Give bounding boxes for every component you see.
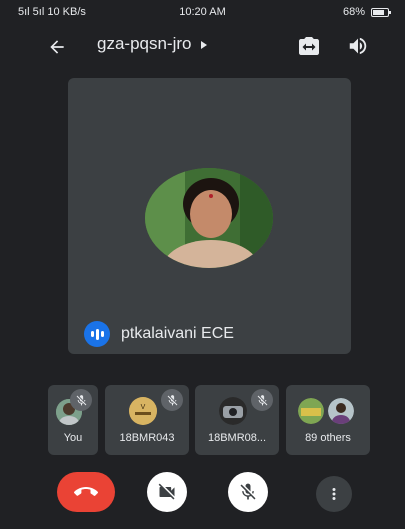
speaker-button[interactable]	[345, 33, 371, 59]
participant-strip: You V 18BMR043 18BMR08... 89 others	[48, 385, 370, 455]
arrow-left-icon	[50, 40, 64, 54]
participant-thumbnail: V	[129, 397, 157, 425]
participant-tile-you[interactable]: You	[48, 385, 98, 455]
caret-right-icon	[200, 40, 207, 49]
more-vert-icon	[332, 488, 336, 500]
mic-off-badge	[70, 389, 92, 411]
participant-tile[interactable]: 18BMR08...	[195, 385, 279, 455]
participant-name: ptkalaivani ECE	[121, 325, 234, 342]
participant-label: 18BMR08...	[207, 432, 267, 444]
speaker-icon	[349, 37, 367, 55]
mic-off-badge	[251, 389, 273, 411]
meeting-code-button[interactable]: gza-pqsn-jro	[97, 34, 207, 54]
participant-label: 89 others	[305, 432, 351, 444]
battery-icon	[371, 7, 391, 17]
battery-indicator: 68%	[342, 6, 391, 18]
status-bar: 5ıl 5ıl 10 KB/s 10:20 AM 68%	[0, 0, 405, 26]
more-options-button[interactable]	[316, 476, 352, 512]
call-header: gza-pqsn-jro	[0, 28, 405, 64]
battery-percent: 68%	[342, 6, 365, 18]
participant-tile-others[interactable]: 89 others	[286, 385, 370, 455]
mic-toggle-button[interactable]	[228, 472, 268, 512]
call-controls	[0, 468, 405, 518]
participant-thumbnail	[328, 398, 354, 424]
participant-label: You	[63, 432, 83, 444]
back-button[interactable]	[44, 34, 70, 60]
participant-tile[interactable]: V 18BMR043	[105, 385, 189, 455]
participant-thumbnail	[219, 397, 247, 425]
participant-thumbnail	[298, 398, 324, 424]
camera-off-icon	[158, 483, 175, 500]
meeting-code: gza-pqsn-jro	[97, 34, 192, 53]
phone-hangup-icon	[74, 487, 98, 496]
end-call-button[interactable]	[57, 472, 115, 512]
switch-camera-icon	[299, 37, 319, 55]
main-participant-tile[interactable]: ptkalaivani ECE	[68, 78, 351, 354]
mic-off-icon	[240, 483, 256, 500]
camera-toggle-button[interactable]	[147, 472, 187, 512]
mic-off-icon	[76, 394, 86, 405]
switch-camera-button[interactable]	[296, 33, 322, 59]
participant-label: 18BMR043	[119, 432, 175, 444]
mic-off-badge	[161, 389, 183, 411]
audio-wave-icon	[84, 321, 110, 347]
mic-off-icon	[257, 394, 267, 405]
mic-off-icon	[167, 394, 177, 405]
svg-text:V: V	[141, 404, 146, 411]
main-participant-label: ptkalaivani ECE	[84, 321, 234, 347]
participant-avatar	[145, 168, 273, 268]
